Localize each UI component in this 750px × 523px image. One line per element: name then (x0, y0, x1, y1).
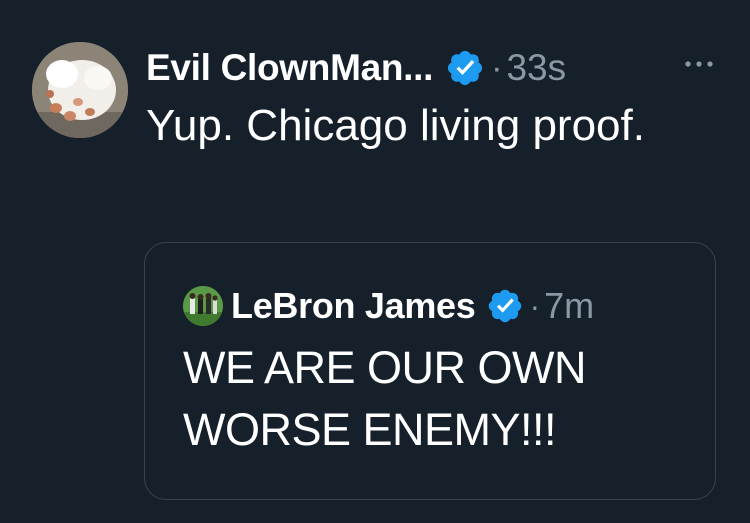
quoted-tweet[interactable]: LeBron James · 7m WE ARE OUR OWN WORSE E… (144, 242, 716, 500)
separator-dot: · (529, 287, 541, 324)
verified-badge-icon (445, 48, 485, 88)
lebron-avatar-icon (183, 286, 223, 326)
quoted-author-avatar[interactable] (183, 286, 223, 326)
separator-dot: · (491, 48, 503, 87)
quoted-tweet-timestamp[interactable]: 7m (544, 285, 594, 327)
quoted-tweet-text: WE ARE OUR OWN WORSE ENEMY!!! (183, 342, 587, 455)
more-horizontal-icon[interactable] (682, 52, 716, 76)
tweet-text: Yup. Chicago living proof. (146, 101, 645, 150)
author-display-name[interactable]: Evil ClownMan... (146, 47, 433, 89)
verified-badge-icon (486, 287, 524, 325)
tweet-header: Evil ClownMan... · 33s (146, 40, 566, 96)
tweet[interactable]: Evil ClownMan... · 33s Yup. Chicago livi… (0, 0, 750, 523)
tweet-timestamp[interactable]: 33s (506, 47, 566, 89)
quoted-tweet-header: LeBron James · 7m (183, 283, 594, 329)
author-avatar[interactable] (32, 42, 128, 138)
dog-paw-avatar-icon (32, 42, 128, 138)
quoted-author-display-name[interactable]: LeBron James (231, 285, 476, 327)
